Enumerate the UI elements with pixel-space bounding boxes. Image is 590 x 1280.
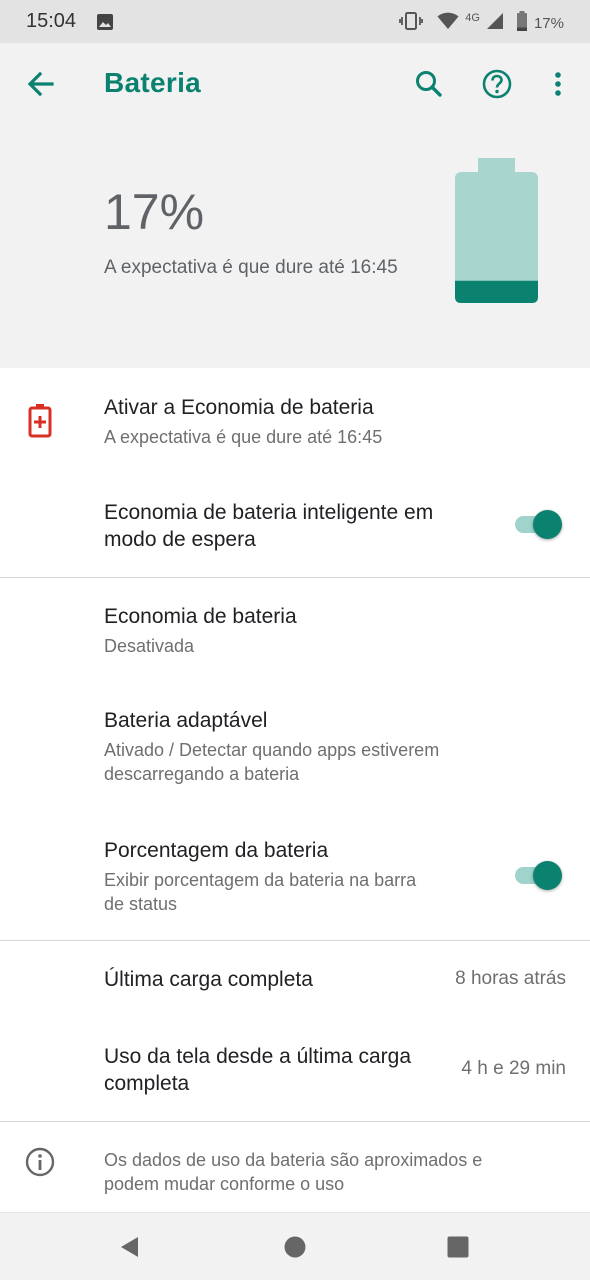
activate-battery-saver-title: Ativar a Economia de bateria (104, 396, 374, 419)
signal-icon (486, 12, 504, 34)
battery-icon (516, 11, 528, 35)
screen-usage-value: 4 h e 29 min (461, 1058, 566, 1079)
toggle-thumb (533, 861, 562, 890)
nav-back-icon (121, 1237, 138, 1257)
battery-percentage-title: Porcentagem da bateria (104, 839, 329, 862)
status-time: 15:04 (26, 10, 77, 32)
nav-home-button[interactable] (283, 1235, 307, 1259)
battery-percentage-item[interactable]: Porcentagem da bateria Exibir porcentage… (0, 810, 590, 940)
toggle-thumb (533, 510, 562, 539)
nav-back-button[interactable] (118, 1235, 142, 1259)
divider (0, 1121, 590, 1122)
status-icons: 4G 17% (399, 11, 564, 35)
last-full-charge-item: Última carga completa 8 horas atrás (0, 941, 590, 1019)
status-battery-text: 17% (533, 14, 564, 32)
adaptive-battery-title: Bateria adaptável (104, 709, 268, 732)
navigation-bar (0, 1212, 590, 1280)
network-label: 4G (465, 12, 480, 24)
battery-level-icon (455, 158, 538, 303)
vibrate-icon (399, 11, 424, 35)
wifi-icon (437, 12, 459, 34)
back-arrow-icon (27, 71, 54, 97)
page-title: Bateria (104, 67, 202, 98)
help-icon (482, 69, 512, 99)
activate-battery-saver-item[interactable]: Ativar a Economia de bateria A expectati… (0, 368, 590, 468)
help-button[interactable] (478, 65, 516, 103)
image-icon (96, 13, 114, 36)
search-button[interactable] (410, 65, 448, 103)
smart-standby-item[interactable]: Economia de bateria inteligente em modo … (0, 468, 590, 576)
back-button[interactable] (22, 65, 60, 103)
adaptive-battery-item[interactable]: Bateria adaptável Ativado / Detectar qua… (0, 682, 590, 810)
last-full-charge-value: 8 horas atrás (455, 968, 566, 989)
battery-estimate: A expectativa é que dure até 16:45 (104, 257, 398, 278)
nav-home-icon (284, 1236, 306, 1258)
more-options-button[interactable] (540, 65, 576, 103)
screen-usage-title-line2: completa (104, 1072, 190, 1095)
search-icon (416, 71, 442, 97)
battery-saver-title: Economia de bateria (104, 605, 297, 628)
battery-percentage-toggle[interactable] (515, 860, 563, 890)
app-bar: Bateria (0, 43, 590, 125)
battery-saver-item[interactable]: Economia de bateria Desativada (0, 578, 590, 682)
screen-usage-title-line1: Uso da tela desde a última carga (104, 1045, 412, 1068)
footer-note-line2: podem mudar conforme o uso (104, 1174, 345, 1194)
battery-percentage-subtitle-line1: Exibir porcentagem da bateria na barra (104, 870, 417, 890)
battery-saver-subtitle: Desativada (104, 636, 195, 656)
nav-recents-button[interactable] (446, 1235, 470, 1259)
smart-standby-toggle[interactable] (515, 509, 563, 539)
activate-battery-saver-subtitle: A expectativa é que dure até 16:45 (104, 427, 383, 447)
status-bar: 15:04 4G 17% (0, 0, 590, 43)
battery-percent: 17% (104, 184, 205, 240)
info-icon (25, 1147, 55, 1177)
smart-standby-title-line1: Economia de bateria inteligente em (104, 501, 434, 524)
nav-recents-icon (447, 1236, 469, 1258)
battery-header: Bateria 17% A expectativa é que dure até… (0, 43, 590, 368)
last-full-charge-title: Última carga completa (104, 968, 313, 991)
footer-note: Os dados de uso da bateria são aproximad… (104, 1148, 564, 1196)
adaptive-battery-subtitle-line1: Ativado / Detectar quando apps estiverem (104, 740, 440, 760)
footer-note-line1: Os dados de uso da bateria são aproximad… (104, 1150, 483, 1170)
smart-standby-title-line2: modo de espera (104, 528, 256, 551)
screen-usage-item: Uso da tela desde a última carga complet… (0, 1019, 590, 1121)
battery-percentage-subtitle-line2: de status (104, 894, 178, 914)
adaptive-battery-subtitle-line2: descarregando a bateria (104, 764, 300, 784)
more-vert-icon (555, 72, 561, 96)
